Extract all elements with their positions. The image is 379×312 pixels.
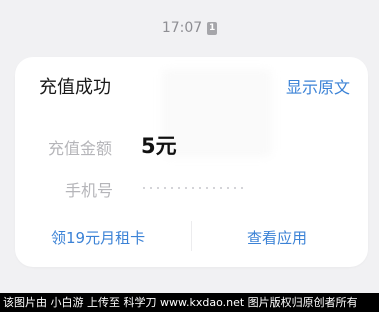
timestamp-text: 17:07 xyxy=(161,20,203,36)
show-original-button[interactable]: 显示原文 xyxy=(286,74,350,98)
card-title: 充值成功 xyxy=(39,77,111,98)
phone-number-masked xyxy=(143,179,253,197)
phone-label: 手机号 xyxy=(65,181,114,200)
amount-label: 充值金额 xyxy=(48,139,113,158)
watermark-bar: 该图片由 小白游 上传至 科学刀 www.kxdao.net 图片版权归原创者所… xyxy=(0,293,379,312)
view-app-button[interactable]: 查看应用 xyxy=(247,227,307,248)
amount-value: 5元 xyxy=(141,134,177,158)
get-monthly-card-button[interactable]: 领19元月租卡 xyxy=(51,227,145,248)
blurred-region xyxy=(162,69,272,157)
message-timestamp: 17:07 1 xyxy=(0,20,379,36)
recharge-message-card: 充值成功 显示原文 充值金额 5元 手机号 领19元月租卡 查看应用 xyxy=(15,57,368,267)
action-divider xyxy=(191,221,192,251)
sim-card-icon: 1 xyxy=(207,21,218,35)
